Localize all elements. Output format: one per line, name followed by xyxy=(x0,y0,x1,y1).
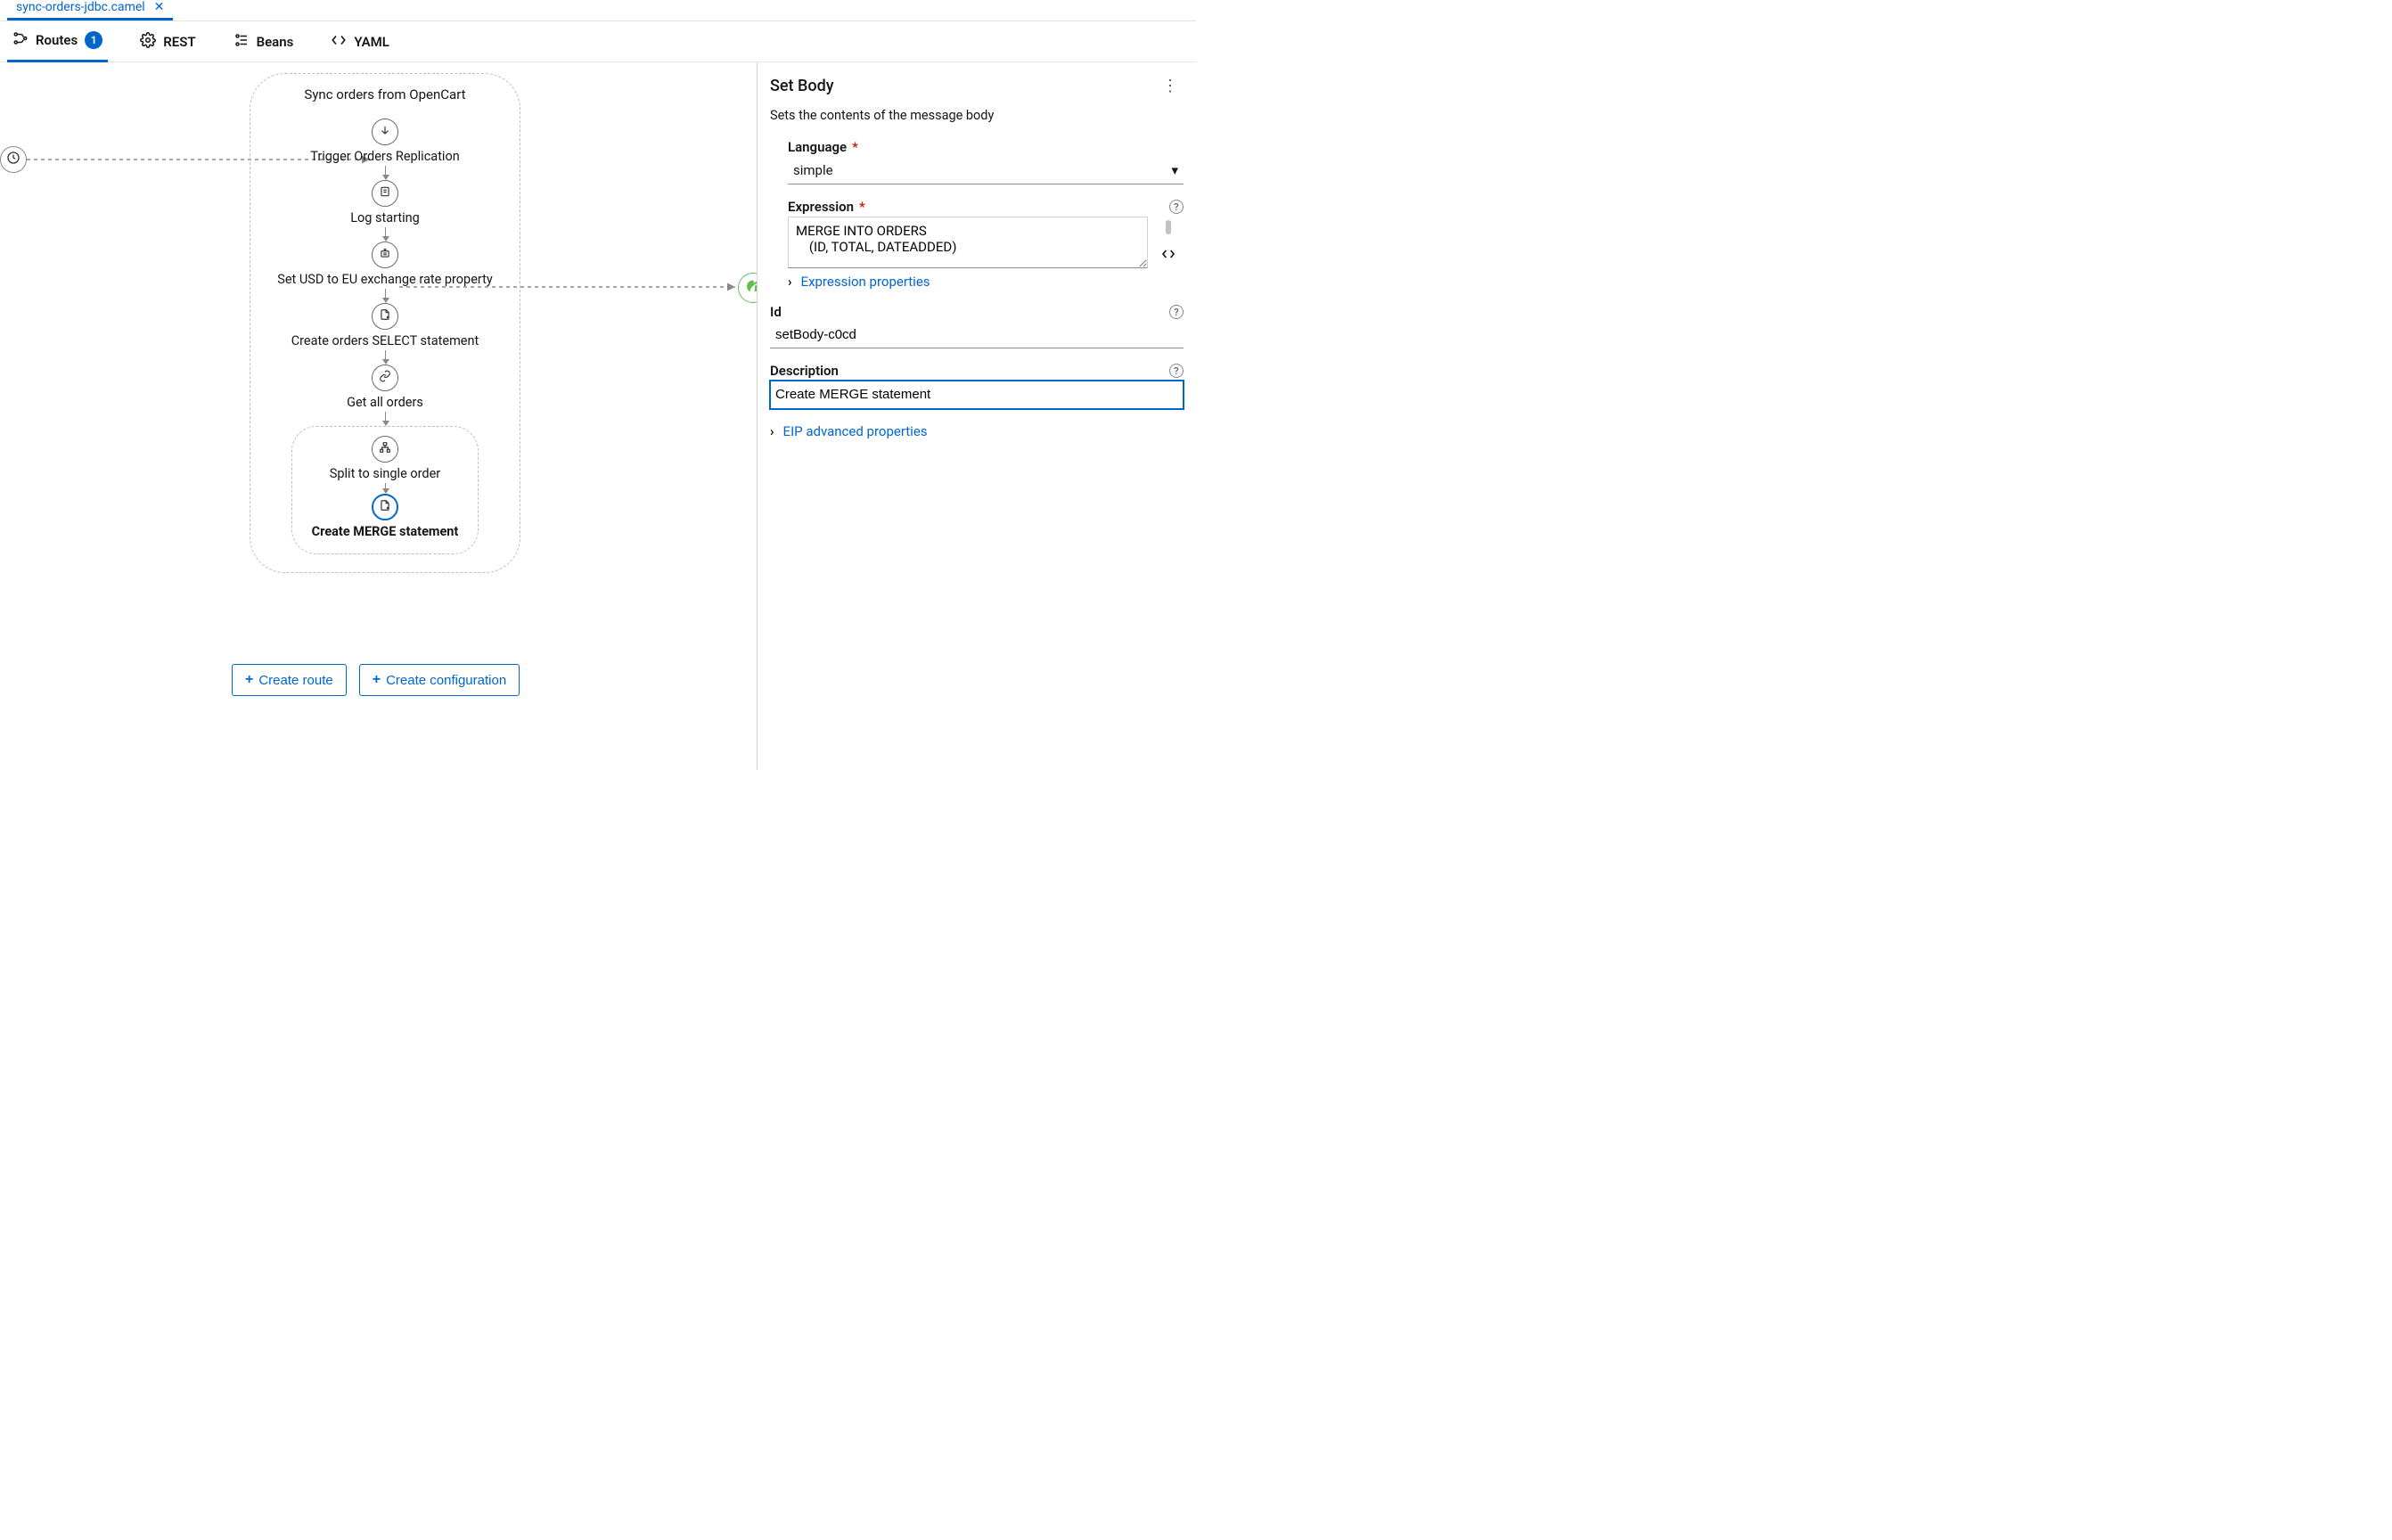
timer-node[interactable] xyxy=(0,146,27,173)
rest-icon xyxy=(140,32,156,52)
bean-node[interactable] xyxy=(738,273,758,303)
split-container: Split to single order Create MERGE state… xyxy=(291,426,479,554)
expression-properties-label: Expression properties xyxy=(801,274,930,290)
required-marker: * xyxy=(852,139,858,155)
connector xyxy=(385,166,386,178)
panel-description: Sets the contents of the message body xyxy=(770,108,1184,123)
code-icon[interactable] xyxy=(1161,247,1176,265)
field-language: Language * simple ▾ xyxy=(770,139,1184,184)
expression-label: Expression xyxy=(788,199,854,215)
chevron-down-icon: ▾ xyxy=(1171,162,1178,178)
close-icon[interactable]: ✕ xyxy=(154,0,165,14)
beans-icon xyxy=(233,32,250,52)
arrow-down-icon xyxy=(379,124,391,140)
tab-yaml-label: YAML xyxy=(354,34,389,50)
tab-rest[interactable]: REST xyxy=(135,21,201,62)
expression-properties-toggle[interactable]: › Expression properties xyxy=(788,274,1184,290)
split-icon xyxy=(379,441,391,457)
tab-routes[interactable]: Routes 1 xyxy=(7,21,108,62)
expression-textarea[interactable] xyxy=(788,217,1148,268)
tab-beans[interactable]: Beans xyxy=(228,21,299,62)
chevron-right-icon: › xyxy=(788,274,792,290)
set-property-icon xyxy=(379,247,391,263)
help-icon[interactable]: ? xyxy=(1169,305,1184,320)
step-merge-statement[interactable]: Create MERGE statement xyxy=(312,494,459,539)
panel-title: Set Body xyxy=(770,73,834,99)
tab-rest-label: REST xyxy=(163,34,195,50)
route-steps: Trigger Orders Replication Log starting xyxy=(250,119,520,554)
create-route-button[interactable]: + Create route xyxy=(232,664,347,696)
step-split[interactable]: Split to single order xyxy=(330,436,440,481)
field-description: Description ? xyxy=(770,363,1184,409)
step-select-statement[interactable]: Create orders SELECT statement xyxy=(291,303,479,348)
language-value: simple xyxy=(793,162,833,178)
yaml-icon xyxy=(331,32,347,52)
chevron-right-icon: › xyxy=(770,423,774,439)
create-configuration-button[interactable]: + Create configuration xyxy=(359,664,520,696)
connector xyxy=(385,289,386,301)
tab-beans-label: Beans xyxy=(257,34,294,50)
id-label: Id xyxy=(770,304,782,320)
eip-advanced-label: EIP advanced properties xyxy=(783,423,928,439)
plus-icon: + xyxy=(373,672,381,688)
route-container: Sync orders from OpenCart Trigger Orders… xyxy=(250,73,520,573)
file-plus-icon xyxy=(379,499,391,515)
language-select[interactable]: simple ▾ xyxy=(788,157,1184,184)
tab-yaml[interactable]: YAML xyxy=(325,21,395,62)
route-title: Sync orders from OpenCart xyxy=(250,74,520,119)
id-input[interactable] xyxy=(770,322,1184,348)
connector xyxy=(385,227,386,240)
step-trigger[interactable]: Trigger Orders Replication xyxy=(310,119,460,164)
step-set-property[interactable]: Set USD to EU exchange rate property xyxy=(277,242,493,287)
help-icon[interactable]: ? xyxy=(1169,364,1184,379)
tab-routes-label: Routes xyxy=(36,32,78,48)
file-plus-icon xyxy=(379,308,391,324)
help-icon[interactable]: ? xyxy=(1169,200,1184,215)
routes-badge: 1 xyxy=(85,31,102,49)
language-label: Language xyxy=(788,139,847,155)
plus-icon: + xyxy=(245,672,253,688)
eip-advanced-toggle[interactable]: › EIP advanced properties xyxy=(770,423,1184,439)
kebab-menu-icon[interactable]: ⋮ xyxy=(1157,75,1184,97)
subtabs: Routes 1 REST Beans YAML xyxy=(0,21,1196,62)
link-icon xyxy=(379,370,391,386)
required-marker: * xyxy=(859,199,865,215)
scroll-thumb[interactable] xyxy=(1166,220,1171,234)
canvas-actions: + Create route + Create configuration xyxy=(232,664,520,696)
clock-icon xyxy=(6,151,20,168)
step-log[interactable]: Log starting xyxy=(350,180,420,225)
button-label: Create configuration xyxy=(386,673,506,688)
step-get-all[interactable]: Get all orders xyxy=(347,365,423,410)
step-label: Trigger Orders Replication xyxy=(310,149,460,164)
description-label: Description xyxy=(770,363,839,379)
field-expression: Expression * ? › Expression properties xyxy=(770,199,1184,290)
step-label: Set USD to EU exchange rate property xyxy=(277,272,493,287)
description-input[interactable] xyxy=(770,381,1184,409)
connector xyxy=(385,483,386,492)
connector xyxy=(385,412,386,424)
main-area: Sync orders from OpenCart Trigger Orders… xyxy=(0,62,1196,770)
field-id: Id ? xyxy=(770,304,1184,348)
textarea-side xyxy=(1153,217,1184,268)
file-tab-label: sync-orders-jdbc.camel xyxy=(16,0,145,14)
step-label: Split to single order xyxy=(330,466,440,481)
step-label: Log starting xyxy=(350,210,420,225)
button-label: Create route xyxy=(258,673,332,688)
step-label: Create MERGE statement xyxy=(312,524,459,539)
connector xyxy=(385,350,386,363)
routes-icon xyxy=(12,30,29,50)
log-icon xyxy=(379,185,391,201)
properties-panel: Set Body ⋮ Sets the contents of the mess… xyxy=(758,62,1196,770)
step-label: Create orders SELECT statement xyxy=(291,333,479,348)
file-tab-bar: sync-orders-jdbc.camel ✕ xyxy=(0,0,1196,21)
spring-icon xyxy=(745,278,758,298)
step-label: Get all orders xyxy=(347,395,423,410)
canvas-pane[interactable]: Sync orders from OpenCart Trigger Orders… xyxy=(0,62,758,770)
file-tab[interactable]: sync-orders-jdbc.camel ✕ xyxy=(7,0,173,20)
